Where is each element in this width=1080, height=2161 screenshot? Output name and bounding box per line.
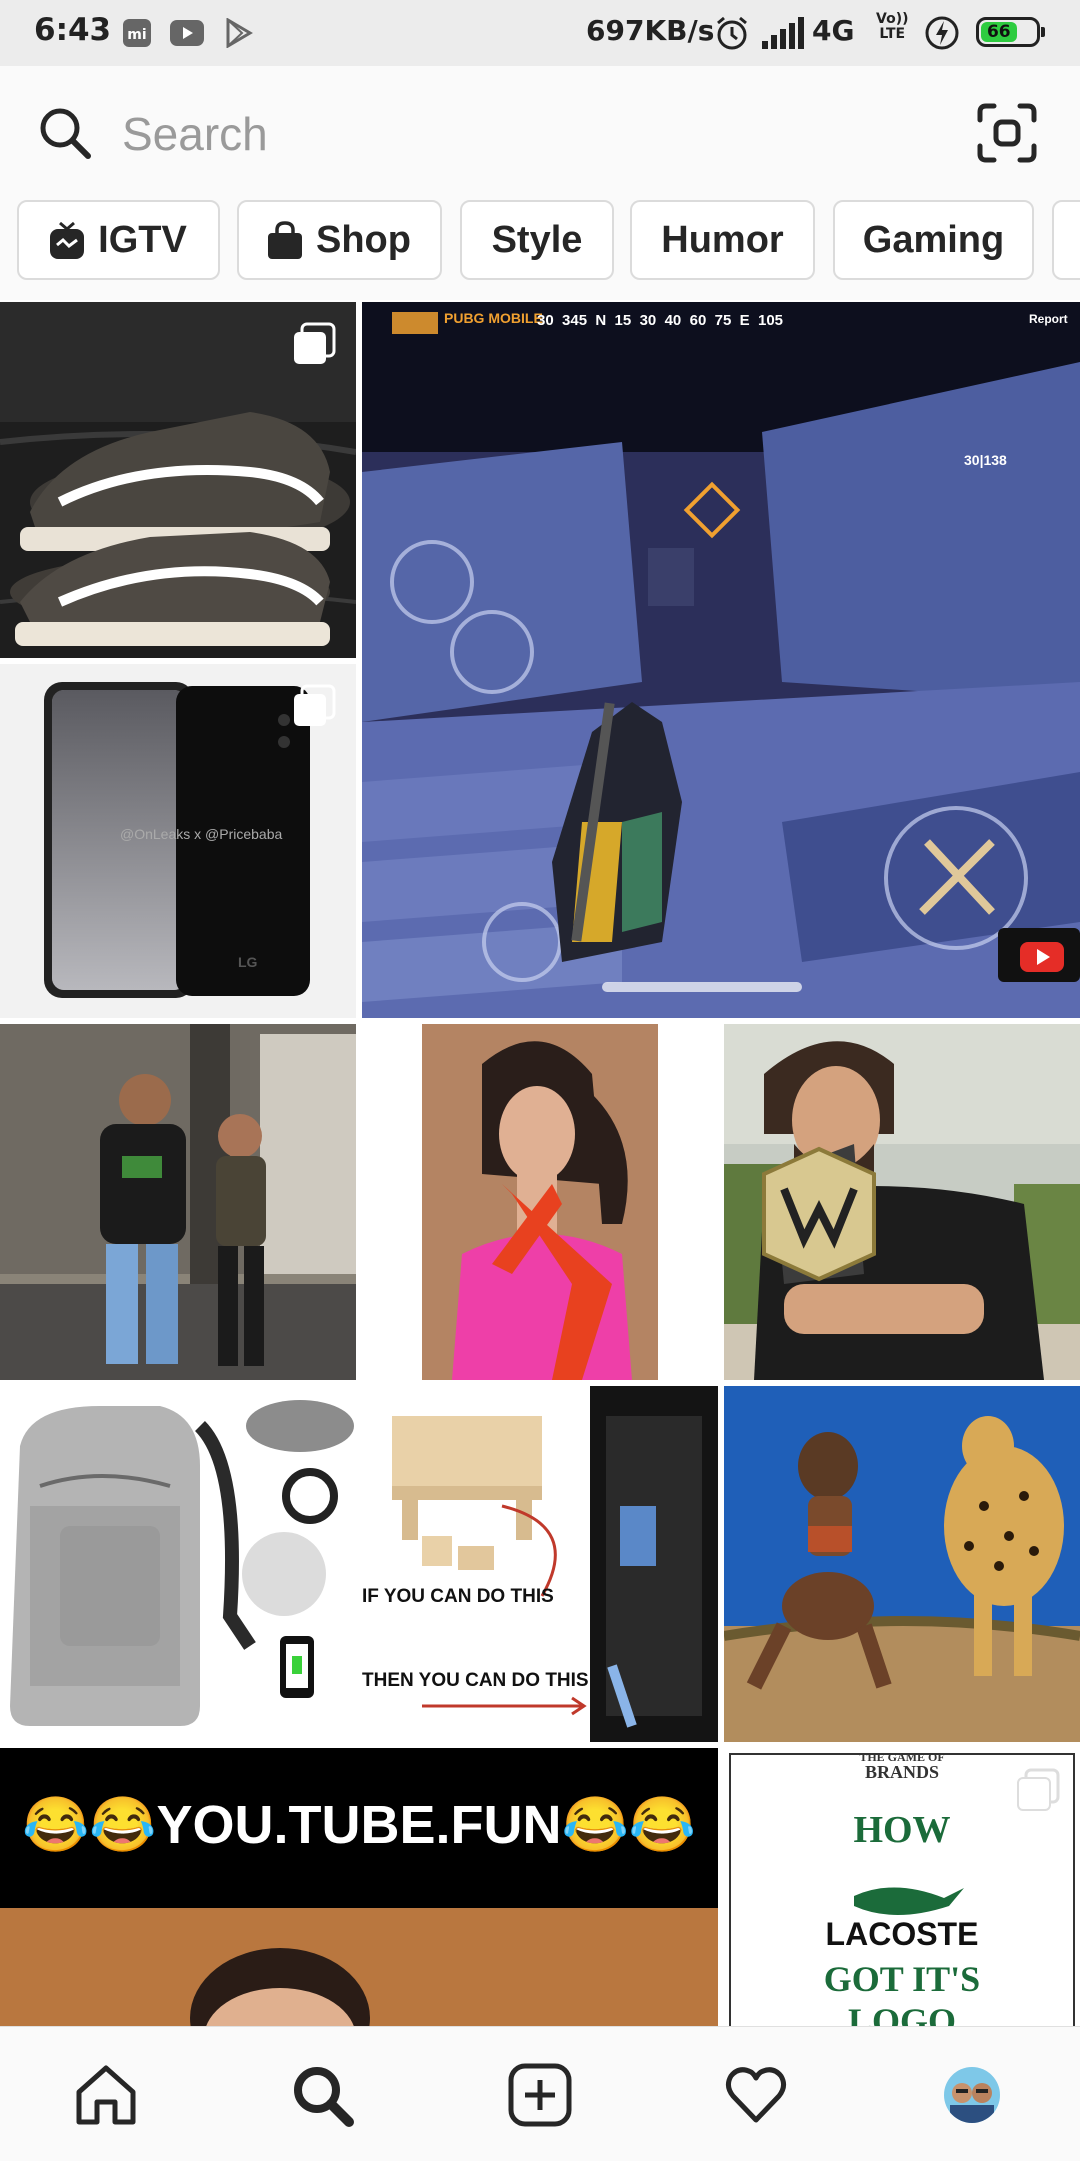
play-store-icon: [222, 16, 256, 50]
post-tile-sneakers[interactable]: [0, 302, 356, 658]
post-tile-phone[interactable]: @OnLeaks x @Pricebaba LG: [0, 664, 356, 1018]
post-tile-backpack[interactable]: [0, 1386, 356, 1742]
search-bar: [0, 66, 1080, 200]
home-icon[interactable]: [70, 2059, 142, 2131]
qr-scan-icon[interactable]: [976, 102, 1038, 164]
chip-label: Style: [491, 218, 583, 261]
meme-banner-text: 😂😂YOU.TUBE.FUN😂😂: [22, 1795, 696, 1855]
post-tile-fashion[interactable]: [362, 1024, 718, 1380]
post-tile-cheetah[interactable]: [724, 1386, 1080, 1742]
pubg-logo: PUBG MOBILE: [444, 310, 543, 326]
heart-icon[interactable]: [720, 2059, 792, 2131]
signal-icon: [762, 14, 806, 52]
volte-indicator: Vo)) LTE: [876, 11, 909, 42]
brand-logo-word: LOGO: [847, 2001, 957, 2026]
fashion-image: [362, 1024, 718, 1380]
pubg-compass: 30 345 N 15 30 40 60 75 E 105: [537, 312, 784, 329]
post-tile-wrestling-belt[interactable]: [724, 1024, 1080, 1380]
search-icon[interactable]: [36, 104, 94, 162]
diy-caption-line1: IF YOU CAN DO THIS: [362, 1586, 554, 1607]
alarm-icon: [714, 14, 750, 52]
phone-brand: LG: [238, 954, 258, 970]
brand-how: HOW: [853, 1809, 951, 1851]
multiple-photos-icon: [294, 684, 336, 726]
wrestling-belt-image: [724, 1024, 1080, 1380]
brand-name: LACOSTE: [825, 1916, 979, 1952]
post-tile-youtube-fun[interactable]: 😂😂YOU.TUBE.FUN😂😂: [0, 1748, 718, 2026]
chip-gaming[interactable]: Gaming: [833, 200, 1034, 280]
brand-got: GOT IT'S: [823, 1959, 981, 1999]
search-nav-icon[interactable]: [286, 2059, 358, 2131]
chip-humor[interactable]: Humor: [630, 200, 815, 280]
explore-grid: PUBG MOBILE 30 345 N 15 30 40 60 75 E 10…: [0, 302, 1080, 2026]
status-time: 6:43: [34, 12, 112, 48]
multiple-photos-icon: [1017, 1768, 1060, 1811]
chip-style[interactable]: Style: [460, 200, 614, 280]
network-type: 4G: [812, 14, 855, 47]
svg-text:mi: mi: [127, 27, 146, 43]
post-tile-celebrity-photo[interactable]: [0, 1024, 356, 1380]
bottom-navigation: [0, 2026, 1080, 2161]
status-bar: 6:43 mi 697KB/s 4G Vo)) LTE 66: [0, 0, 1080, 66]
post-tile-diy-meme[interactable]: IF YOU CAN DO THIS THEN YOU CAN DO THIS: [362, 1386, 718, 1742]
pubg-ammo: 30|138: [964, 452, 1007, 468]
pubg-report: Report: [1029, 312, 1068, 326]
youtube-fun-image: [0, 1748, 718, 2026]
add-post-icon[interactable]: [504, 2059, 576, 2131]
category-chips: IGTV Shop Style Humor Gaming: [0, 200, 1080, 300]
diy-caption-line2: THEN YOU CAN DO THIS: [362, 1670, 589, 1691]
igtv-icon: [50, 221, 85, 259]
chip-label: Shop: [316, 218, 411, 261]
youtube-icon: [170, 16, 204, 50]
network-speed: 697KB/s: [586, 14, 715, 47]
battery-level: 66: [981, 22, 1017, 42]
battery-icon: 66: [976, 17, 1045, 47]
phone-watermark: @OnLeaks x @Pricebaba: [120, 826, 283, 842]
chip-igtv[interactable]: IGTV: [17, 200, 220, 280]
chip-label: IGTV: [98, 218, 187, 261]
search-input[interactable]: [120, 100, 924, 168]
profile-avatar[interactable]: [936, 2059, 1008, 2131]
backpack-image: [0, 1386, 356, 1742]
post-tile-pubg[interactable]: PUBG MOBILE 30 345 N 15 30 40 60 75 E 10…: [362, 302, 1080, 1018]
cheetah-photo-image: [724, 1386, 1080, 1742]
multiple-photos-icon: [294, 322, 336, 364]
post-tile-lacoste[interactable]: THE GAME OF BRANDS HOW LACOSTE GOT IT'S …: [724, 1748, 1080, 2026]
mi-icon: mi: [120, 16, 154, 50]
shopping-bag-icon: [268, 221, 302, 259]
pubg-gameplay-image: [362, 302, 1080, 1018]
celebrity-photo-image: [0, 1024, 356, 1380]
chip-label: Humor: [661, 218, 784, 261]
chip-label: Gaming: [862, 218, 1005, 261]
chip-shop[interactable]: Shop: [237, 200, 442, 280]
charging-icon: [924, 14, 960, 52]
chip-more[interactable]: [1052, 200, 1080, 280]
